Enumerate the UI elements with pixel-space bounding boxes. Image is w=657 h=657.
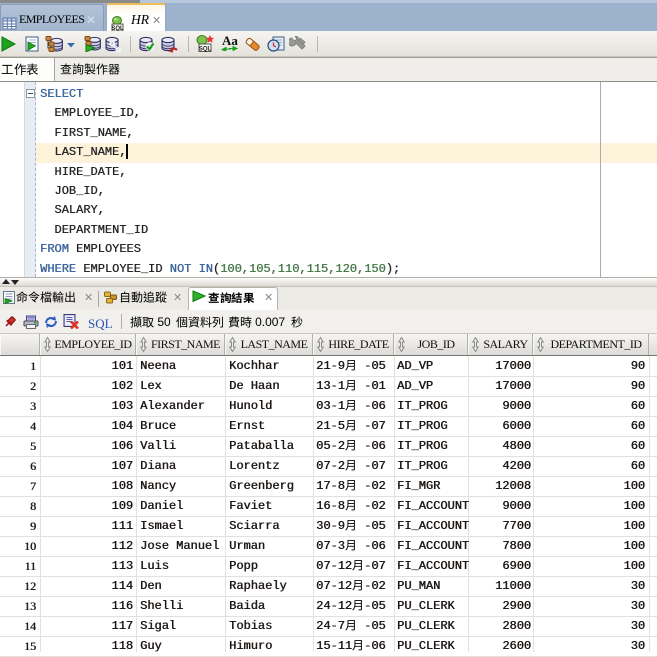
svg-text:Aa: Aa (222, 34, 238, 48)
svg-text:SQL: SQL (199, 46, 212, 52)
